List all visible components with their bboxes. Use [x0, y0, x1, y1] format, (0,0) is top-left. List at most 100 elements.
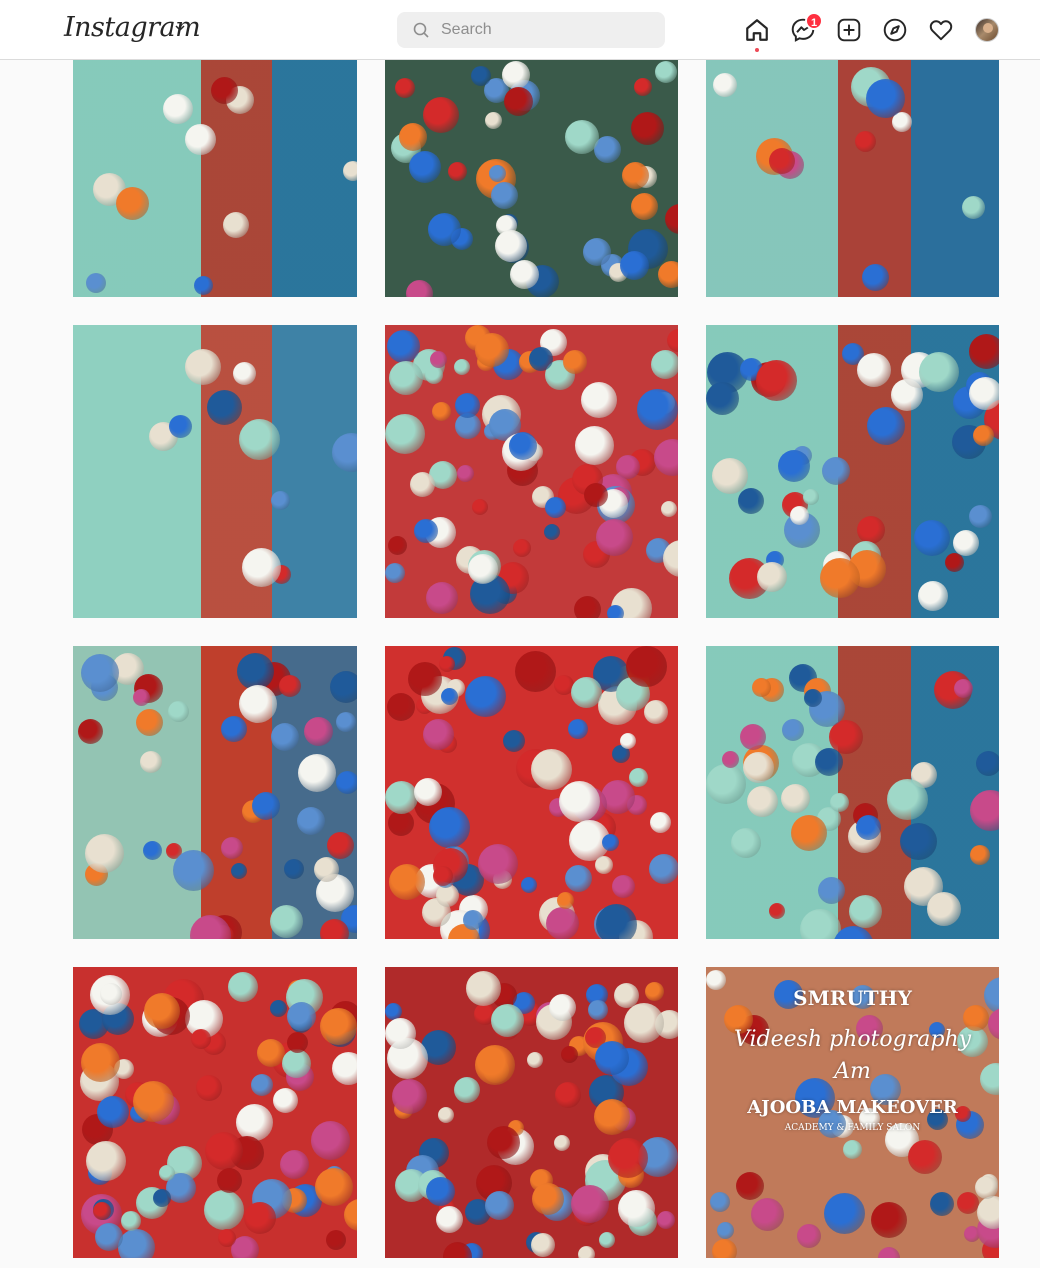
- flower-shape: [487, 1126, 520, 1159]
- flower-shape: [185, 349, 221, 385]
- flower-shape: [327, 832, 354, 859]
- flower-shape: [620, 733, 636, 749]
- flower-shape: [918, 581, 948, 611]
- post-thumbnail[interactable]: [73, 646, 357, 939]
- post-thumbnail[interactable]: [385, 60, 678, 297]
- post-thumbnail[interactable]: [385, 325, 678, 618]
- search-box[interactable]: [397, 12, 665, 48]
- post-thumbnail[interactable]: [706, 646, 999, 939]
- search-icon: [413, 22, 429, 38]
- post-thumbnail[interactable]: [385, 646, 678, 939]
- new-post-icon[interactable]: [836, 17, 862, 43]
- flower-shape: [957, 1192, 979, 1214]
- flower-shape: [731, 828, 761, 858]
- flower-shape: [298, 754, 336, 792]
- flower-shape: [954, 679, 973, 698]
- flower-shape: [315, 1168, 353, 1206]
- flower-shape: [722, 751, 739, 768]
- post-thumbnail[interactable]: [706, 60, 999, 297]
- flower-shape: [387, 330, 420, 363]
- flower-shape: [596, 519, 633, 556]
- flower-shape: [475, 1045, 515, 1085]
- flower-shape: [205, 1132, 243, 1170]
- flower-shape: [297, 807, 325, 835]
- flower-shape: [914, 520, 950, 556]
- flower-shape: [849, 895, 882, 928]
- flower-shape: [531, 749, 572, 790]
- flower-shape: [856, 815, 881, 840]
- flower-shape: [778, 450, 810, 482]
- flower-shape: [634, 78, 652, 96]
- activity-heart-icon[interactable]: [928, 17, 954, 43]
- flower-shape: [565, 865, 592, 892]
- flower-shape: [782, 719, 804, 741]
- flower-shape: [645, 982, 664, 1001]
- flower-shape: [631, 112, 664, 145]
- flower-shape: [432, 402, 451, 421]
- post-thumbnail[interactable]: [706, 325, 999, 618]
- flower-shape: [343, 161, 357, 181]
- flower-shape: [136, 709, 163, 736]
- post-thumbnail[interactable]: [385, 967, 678, 1258]
- flower-shape: [385, 1018, 416, 1049]
- flower-shape: [945, 553, 964, 572]
- flower-shape: [429, 807, 470, 848]
- flower-shape: [568, 719, 588, 739]
- flower-shape: [239, 419, 280, 460]
- flower-shape: [223, 212, 249, 238]
- flower-shape: [588, 1000, 608, 1020]
- flower-shape: [797, 1224, 821, 1248]
- post-thumbnail[interactable]: [73, 60, 357, 297]
- flower-shape: [629, 768, 648, 787]
- post-thumbnail[interactable]: [73, 325, 357, 618]
- flower-shape: [532, 1183, 564, 1215]
- chevron-down-icon[interactable]: [174, 22, 186, 34]
- flower-shape: [471, 66, 491, 86]
- watermark-line1: SMRUTHY: [793, 986, 912, 1010]
- flower-shape: [515, 651, 556, 692]
- flower-shape: [336, 771, 357, 794]
- explore-icon[interactable]: [882, 17, 908, 43]
- flower-shape: [658, 261, 678, 288]
- flower-shape: [336, 712, 356, 732]
- flower-shape: [173, 850, 214, 891]
- flower-shape: [578, 1246, 595, 1258]
- flower-shape: [423, 719, 454, 750]
- post-thumbnail[interactable]: SMRUTHY Videesh photography Am AJOOBA MAKEO…: [706, 967, 999, 1258]
- flower-shape: [618, 1190, 655, 1227]
- flower-shape: [433, 866, 453, 886]
- flower-shape: [133, 1081, 174, 1122]
- flower-shape: [791, 815, 827, 851]
- flower-shape: [527, 1052, 543, 1068]
- flower-shape: [712, 458, 748, 494]
- flower-shape: [545, 497, 566, 518]
- flower-shape: [717, 1222, 734, 1239]
- flower-shape: [973, 425, 994, 446]
- flower-shape: [273, 1088, 298, 1113]
- flower-shape: [713, 73, 737, 97]
- flower-shape: [531, 1233, 555, 1257]
- search-input[interactable]: [441, 12, 651, 48]
- post-thumbnail[interactable]: [73, 967, 357, 1258]
- flower-shape: [436, 1206, 463, 1233]
- flower-shape: [818, 877, 845, 904]
- flower-shape: [311, 1121, 350, 1160]
- flower-shape: [631, 193, 658, 220]
- flower-shape: [463, 910, 483, 930]
- flower-shape: [495, 230, 527, 262]
- flower-shape: [544, 524, 560, 540]
- flower-shape: [455, 393, 480, 418]
- flower-shape: [385, 781, 418, 814]
- flower-shape: [751, 1198, 784, 1231]
- flower-shape: [491, 182, 518, 209]
- flower-shape: [513, 539, 531, 557]
- profile-avatar[interactable]: [975, 18, 999, 42]
- flower-shape: [489, 165, 506, 182]
- home-icon[interactable]: [744, 17, 770, 43]
- flower-shape: [650, 812, 671, 833]
- flower-shape: [575, 426, 614, 465]
- flower-shape: [503, 730, 525, 752]
- flower-shape: [457, 465, 474, 482]
- flower-shape: [557, 892, 574, 909]
- flower-shape: [563, 350, 587, 374]
